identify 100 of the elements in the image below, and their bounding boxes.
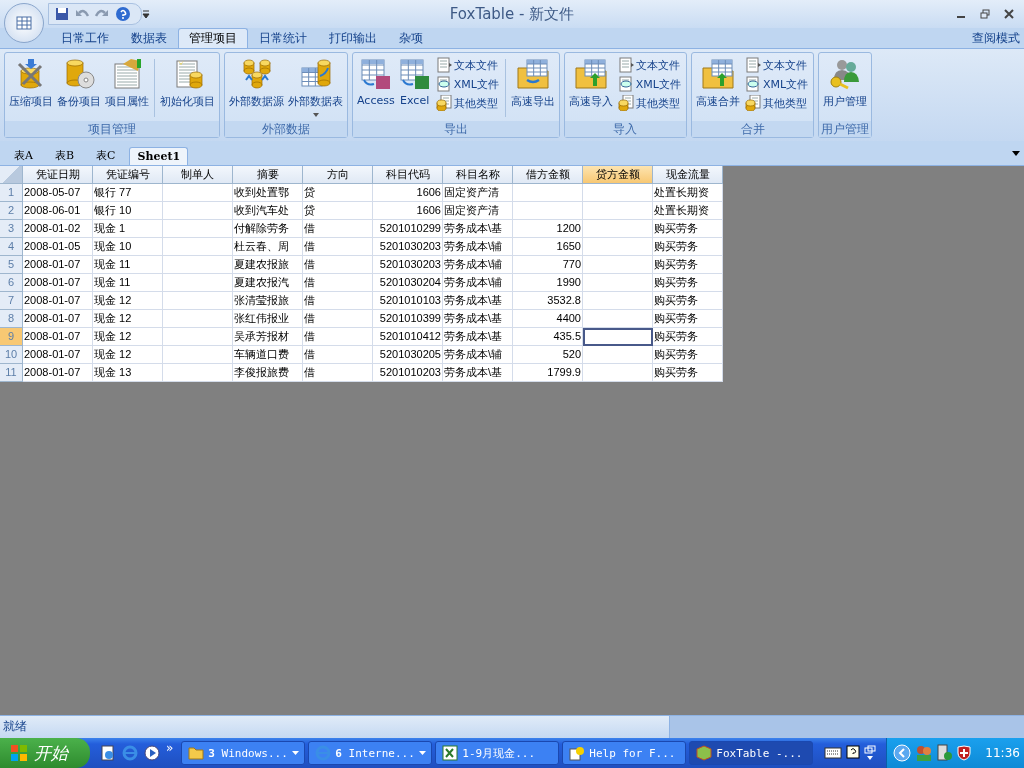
- column-header[interactable]: 凭证编号: [93, 166, 163, 184]
- empty-cell: [583, 220, 653, 238]
- row-header[interactable]: 1: [0, 184, 23, 202]
- ribbon-button[interactable]: 压缩项目: [7, 55, 55, 112]
- column-header[interactable]: 凭证日期: [23, 166, 93, 184]
- document-globe-icon[interactable]: [100, 745, 116, 761]
- restore-icon[interactable]: [980, 9, 990, 19]
- taskbar-button[interactable]: 3 Windows...: [181, 741, 306, 765]
- mode-label[interactable]: 查阅模式: [972, 29, 1020, 47]
- sheet-tab[interactable]: 表A: [6, 145, 41, 165]
- row-header[interactable]: 3: [0, 220, 23, 238]
- ribbon-button[interactable]: 其他类型: [617, 95, 681, 111]
- ribbon-button[interactable]: 用户管理: [821, 55, 870, 112]
- row-header[interactable]: 6: [0, 274, 23, 292]
- current-cell[interactable]: [583, 328, 653, 346]
- ribbon-button[interactable]: 高速导出: [508, 55, 557, 112]
- help-icon[interactable]: [846, 745, 861, 761]
- window-title: FoxTable - 新文件: [449, 4, 575, 23]
- column-header[interactable]: 借方金额: [513, 166, 583, 184]
- sheet-tab[interactable]: 表C: [88, 145, 124, 165]
- column-header[interactable]: 科目代码: [373, 166, 443, 184]
- ribbon-button[interactable]: 备份项目: [55, 55, 103, 112]
- ribbon-button[interactable]: 初始化项目: [158, 55, 217, 112]
- chevron-left-icon[interactable]: [893, 744, 912, 762]
- table-cell: 购买劳务: [653, 256, 723, 274]
- restore-icon[interactable]: [864, 745, 877, 761]
- row-header[interactable]: 8: [0, 310, 23, 328]
- row-header[interactable]: 7: [0, 292, 23, 310]
- table-cell: 购买劳务: [653, 274, 723, 292]
- row-header[interactable]: 2: [0, 202, 23, 220]
- column-header[interactable]: 科目名称: [443, 166, 513, 184]
- column-header[interactable]: 摘要: [233, 166, 303, 184]
- ribbon-button[interactable]: 其他类型: [745, 95, 809, 111]
- shield-icon[interactable]: [957, 745, 972, 761]
- start-button[interactable]: 开始: [0, 738, 90, 768]
- ribbon-button[interactable]: 外部数据表: [286, 55, 345, 120]
- column-header[interactable]: 贷方金额: [583, 166, 653, 184]
- table-cell: 2008-01-05: [23, 238, 93, 256]
- ribbon-button[interactable]: 其他类型: [435, 95, 499, 111]
- ribbon-tab[interactable]: 日常统计: [248, 28, 318, 48]
- table-cell: 贷: [303, 184, 373, 202]
- ribbon-button[interactable]: 高速导入: [566, 55, 615, 112]
- ribbon-tab[interactable]: 管理项目: [178, 28, 248, 48]
- server-play-icon[interactable]: [937, 744, 954, 762]
- sheet-tab[interactable]: Sheet1: [129, 147, 189, 165]
- table-cell: 劳务成本\辅: [443, 256, 513, 274]
- table-cell: 银行 77: [93, 184, 163, 202]
- table-cell: 劳务成本\辅: [443, 346, 513, 364]
- ribbon-button[interactable]: 高速合并: [694, 55, 742, 112]
- table-cell: 劳务成本\辅: [443, 238, 513, 256]
- close-icon[interactable]: [1004, 9, 1014, 19]
- app-menu-button[interactable]: [4, 3, 44, 43]
- table-cell: 借: [303, 238, 373, 256]
- ribbon-button[interactable]: XML文件: [617, 76, 681, 92]
- keyboard-icon[interactable]: [824, 747, 843, 759]
- column-header[interactable]: 方向: [303, 166, 373, 184]
- ribbon-button[interactable]: 文本文件: [617, 57, 681, 73]
- table-database-icon: [299, 58, 332, 90]
- group-label: 外部数据: [225, 121, 347, 137]
- column-header[interactable]: 制单人: [163, 166, 233, 184]
- ribbon-button[interactable]: 项目属性: [103, 55, 151, 112]
- ribbon-button[interactable]: Excel: [396, 55, 433, 110]
- taskbar-button[interactable]: 6 Interne...: [308, 741, 433, 765]
- table-cell: 2008-01-02: [23, 220, 93, 238]
- ribbon-button[interactable]: 文本文件: [435, 57, 499, 73]
- column-header[interactable]: 现金流量: [653, 166, 723, 184]
- taskbar-button[interactable]: 1-9月现金...: [435, 741, 560, 765]
- table-cell: 银行 10: [93, 202, 163, 220]
- ribbon-tab[interactable]: 日常工作: [50, 28, 120, 48]
- ribbon-tab[interactable]: 杂项: [388, 28, 434, 48]
- dropdown-icon[interactable]: [1012, 150, 1020, 156]
- table-cell: 2008-01-07: [23, 256, 93, 274]
- empty-cell: [163, 292, 233, 310]
- taskbar-button[interactable]: Help for F...: [562, 741, 687, 765]
- databases-icon: [240, 58, 273, 90]
- table-cell: 现金 12: [93, 328, 163, 346]
- ribbon-button[interactable]: XML文件: [745, 76, 809, 92]
- save-icon[interactable]: [55, 7, 69, 21]
- ribbon-tab[interactable]: 打印输出: [318, 28, 388, 48]
- customize-toolbar-icon[interactable]: [142, 9, 150, 19]
- ribbon-tab[interactable]: 数据表: [120, 28, 178, 48]
- sheet-tab[interactable]: 表B: [46, 145, 83, 165]
- row-header[interactable]: 11: [0, 364, 23, 382]
- taskbar-button[interactable]: FoxTable -...: [689, 741, 814, 765]
- table-cell: 5201010399: [373, 310, 443, 328]
- ribbon-button[interactable]: 文本文件: [745, 57, 809, 73]
- row-header[interactable]: 10: [0, 346, 23, 364]
- database-icon: [435, 95, 452, 111]
- empty-cell: [583, 202, 653, 220]
- status-text: 就绪: [3, 719, 27, 733]
- ribbon-button[interactable]: Access: [355, 55, 397, 110]
- empty-cell: [583, 184, 653, 202]
- table-cell: 夏建农报旅: [233, 256, 303, 274]
- ribbon-button[interactable]: XML文件: [435, 76, 499, 92]
- row-header[interactable]: 5: [0, 256, 23, 274]
- table-cell: 2008-01-07: [23, 364, 93, 382]
- ribbon-button[interactable]: 外部数据源: [227, 55, 286, 112]
- row-header[interactable]: 4: [0, 238, 23, 256]
- media-player-icon[interactable]: [144, 745, 160, 761]
- more-button[interactable]: »: [166, 741, 174, 755]
